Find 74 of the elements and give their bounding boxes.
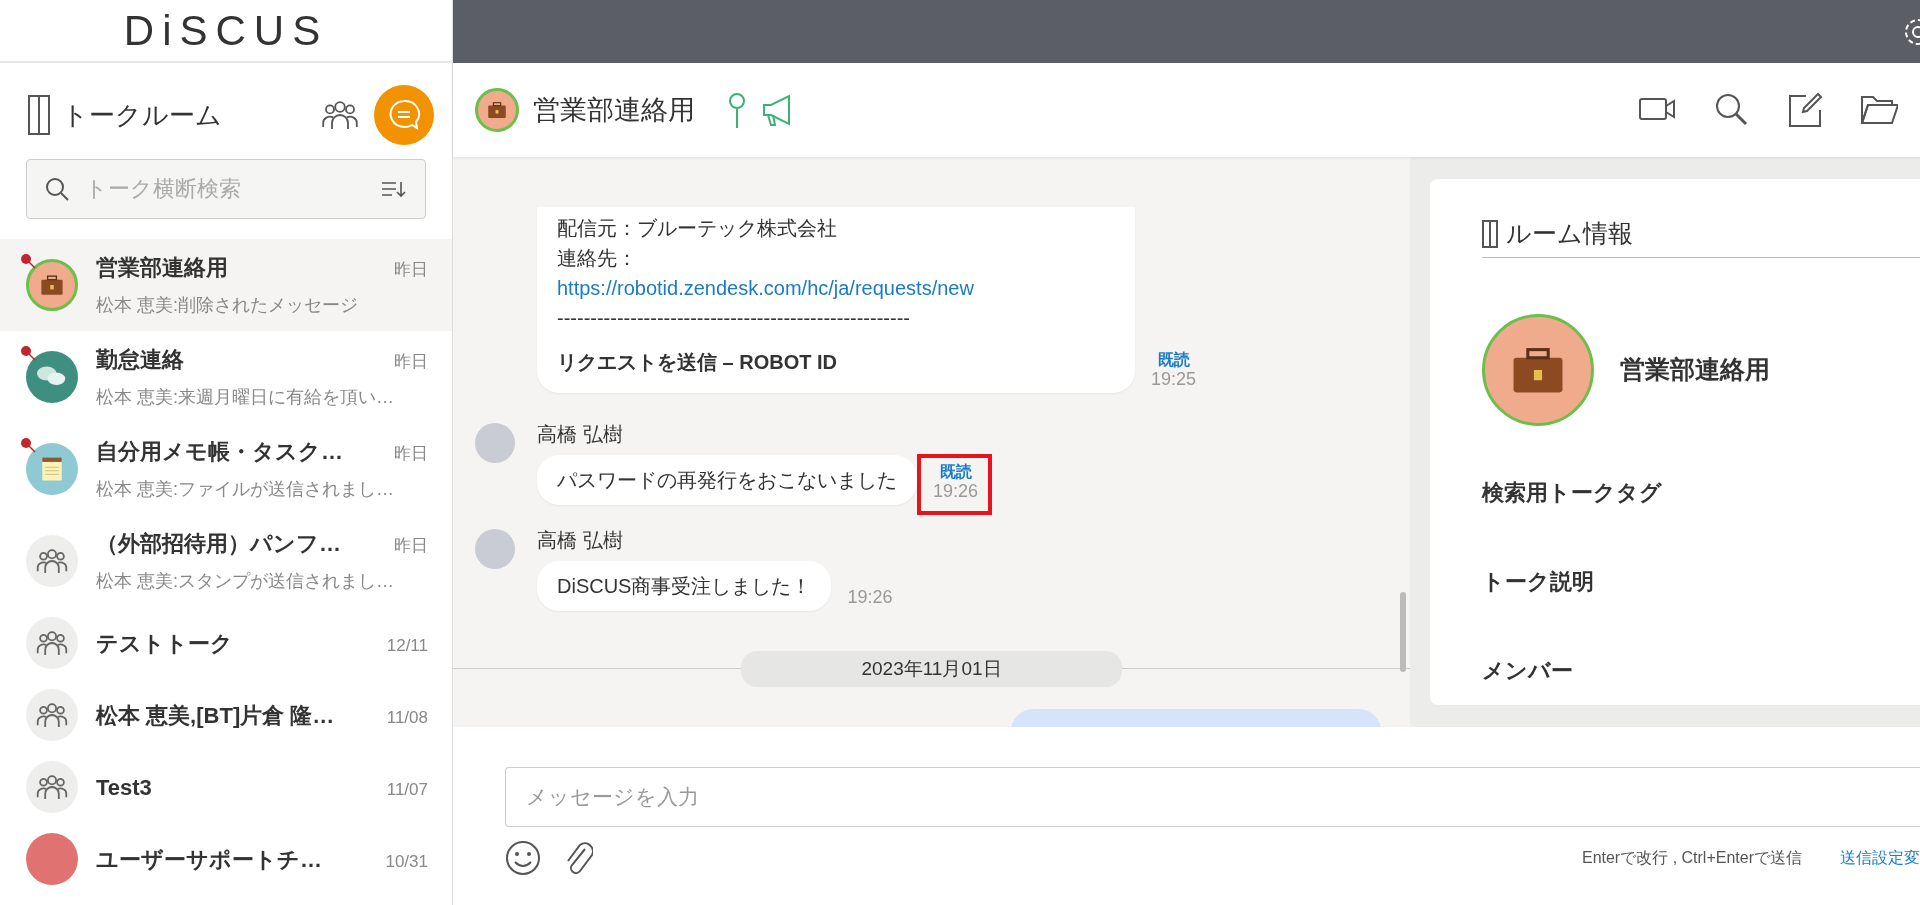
room-item[interactable]: ユーザーサポートチ… 10/31 xyxy=(0,823,452,895)
room-item[interactable]: 営業部連絡用 昨日 松本 恵美:削除されたメッセージ xyxy=(0,239,452,331)
room-preview: 松本 恵美:ファイルが送信されまし… xyxy=(96,478,395,501)
message-bubble: パスワードの再発行をおこないました xyxy=(537,454,917,505)
message-link[interactable]: https://robotid.zendesk.com/hc/ja/requests/new xyxy=(557,272,974,303)
room-avatar xyxy=(26,833,78,885)
room-name: 松本 恵美,[BT]片倉 隆… xyxy=(96,701,335,730)
message-time: 19:26 xyxy=(933,480,979,503)
message-bubble: DiSCUS商事受注しました！ xyxy=(537,560,832,611)
user-avatar xyxy=(475,528,515,569)
read-receipt: 既読 xyxy=(1156,349,1191,369)
room-avatar xyxy=(475,88,519,132)
room-item[interactable]: 勤怠連絡 昨日 松本 恵美:来週月曜日に有給を頂い… xyxy=(0,331,452,423)
room-item[interactable]: （外部招待用）パンフ… 昨日 松本 恵美:スタンプが送信されまし… xyxy=(0,515,452,607)
search-field[interactable]: トーク横断検索 xyxy=(26,159,426,219)
panel-title: ルーム情報 xyxy=(1506,218,1633,249)
room-name: 勤怠連絡 xyxy=(96,346,184,374)
settings-link[interactable]: 送信設定変 xyxy=(1840,846,1920,870)
room-time: 昨日 xyxy=(394,443,428,465)
room-name: 営業部連絡用 xyxy=(96,254,228,282)
room-item[interactable]: Test3 11/07 xyxy=(0,751,452,823)
message-input[interactable]: メッセージを入力 xyxy=(505,767,1920,827)
divider-text: ----------------------------------------------------- xyxy=(557,305,911,331)
scrollbar-thumb[interactable] xyxy=(1400,592,1406,672)
smiley-icon[interactable] xyxy=(505,840,541,876)
room-item[interactable]: 自分用メモ帳・タスク… 昨日 松本 恵美:ファイルが送信されまし… xyxy=(0,423,452,515)
room-time: 昨日 xyxy=(394,351,428,373)
room-time: 10/31 xyxy=(385,850,428,873)
logo: DiSCUS xyxy=(123,9,329,52)
read-receipt: 既読 xyxy=(938,461,973,481)
search-icon xyxy=(44,176,70,202)
room-avatar xyxy=(26,259,78,311)
section-heading: トーク説明 xyxy=(1482,567,1595,596)
room-name: 自分用メモ帳・タスク… xyxy=(96,438,343,466)
room-name: ユーザーサポートチ… xyxy=(96,845,322,874)
message-time: 19:25 xyxy=(1151,368,1197,391)
room-avatar xyxy=(26,535,78,587)
room-time: 11/08 xyxy=(386,706,428,729)
room-name: Test3 xyxy=(96,773,152,802)
room-avatar xyxy=(26,351,78,403)
room-name: （外部招待用）パンフ… xyxy=(96,530,341,558)
room-preview: 松本 恵美:来週月曜日に有給を頂い… xyxy=(96,386,395,409)
message-text: 連絡先： xyxy=(557,245,638,271)
room-time: 昨日 xyxy=(394,259,428,281)
room-item[interactable]: 松本 恵美,[BT]片倉 隆… 11/08 xyxy=(0,679,452,751)
room-avatar xyxy=(26,443,78,495)
input-hint: Enterで改行 , Ctrl+Enterで送信 xyxy=(1581,848,1802,868)
edit-icon[interactable] xyxy=(1786,91,1824,129)
room-name: テストトーク xyxy=(96,629,233,658)
sender-name: 高橋 弘樹 xyxy=(537,421,624,447)
link-title: リクエストを送信 – ROBOT ID xyxy=(557,349,838,375)
room-time: 11/07 xyxy=(386,778,428,801)
door-icon xyxy=(1482,219,1498,248)
section-heading: 検索用トークタグ xyxy=(1482,478,1663,507)
sender-name: 高橋 弘樹 xyxy=(537,527,624,553)
chat-title: 営業部連絡用 xyxy=(533,93,695,127)
chat-plus-icon xyxy=(387,98,421,132)
section-heading: メンバー xyxy=(1482,656,1574,685)
room-preview: 松本 恵美:削除されたメッセージ xyxy=(96,294,359,317)
door-icon xyxy=(28,95,50,135)
message-text: 配信元：ブルーテック株式会社 xyxy=(557,215,838,241)
sidebar-title: トークルーム xyxy=(62,98,223,132)
room-item[interactable]: テストトーク 12/11 xyxy=(0,607,452,679)
date-separator: 2023年11月01日 xyxy=(741,650,1122,687)
user-avatar xyxy=(475,422,515,463)
room-preview: 松本 恵美:スタンプが送信されまし… xyxy=(96,570,395,593)
room-avatar xyxy=(26,761,78,813)
message-time: 19:26 xyxy=(847,586,893,609)
pin-icon[interactable] xyxy=(727,91,747,129)
room-avatar xyxy=(26,689,78,741)
room-time: 昨日 xyxy=(394,535,428,557)
room-avatar xyxy=(26,617,78,669)
room-name: 営業部連絡用 xyxy=(1620,353,1770,385)
room-time: 12/11 xyxy=(386,634,428,657)
